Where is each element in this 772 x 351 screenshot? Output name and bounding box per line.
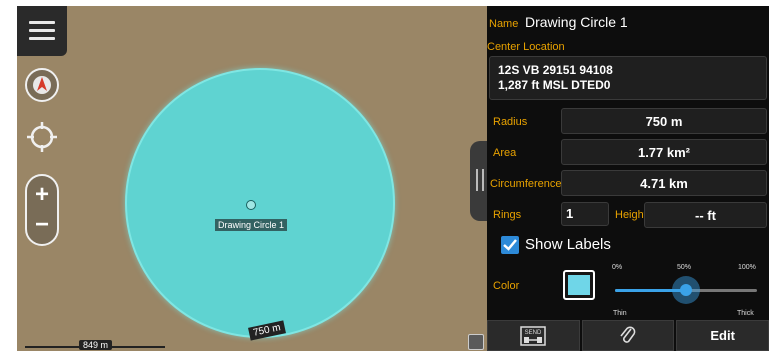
slider-tick-100: 100% <box>738 264 756 271</box>
edit-button[interactable]: Edit <box>676 320 769 351</box>
drawing-circle[interactable] <box>125 68 395 338</box>
zoom-in-icon[interactable]: + <box>35 180 49 210</box>
menu-icon-bar-3 <box>29 37 55 40</box>
bottom-toolbar: SEND Edit <box>487 320 769 351</box>
menu-icon-bar-2 <box>29 29 55 32</box>
area-field[interactable]: 1.77 km² <box>561 139 767 165</box>
scale-bar: 849 m <box>17 340 187 351</box>
drawing-details-panel: Name Drawing Circle 1 Center Location 12… <box>487 6 769 351</box>
circumference-field[interactable]: 4.71 km <box>561 170 767 196</box>
show-labels-text: Show Labels <box>525 236 611 253</box>
grip-icon <box>476 169 484 191</box>
show-labels-checkbox[interactable] <box>501 236 519 254</box>
scale-bar-text: 849 m <box>79 340 113 350</box>
panel-collapse-handle[interactable] <box>470 141 487 221</box>
send-icon-text: SEND <box>525 330 542 336</box>
color-swatch-fill <box>568 275 590 295</box>
send-icon: SEND <box>520 325 547 346</box>
gps-locate-button[interactable] <box>25 120 59 154</box>
location-coordinates: 12S VB 29151 94108 <box>498 63 613 77</box>
map-view[interactable]: Drawing Circle 1 750 m 849 m + − <box>17 6 487 351</box>
slider-thumb[interactable] <box>672 276 700 304</box>
checkmark-icon <box>503 239 517 251</box>
circle-center-point[interactable] <box>246 200 256 210</box>
center-location-field[interactable]: 12S VB 29151 94108 1,287 ft MSL DTED0 <box>489 56 767 100</box>
area-label: Area <box>493 147 517 159</box>
height-label: Height <box>615 209 647 221</box>
thin-label: Thin <box>613 310 627 317</box>
center-location-label: Center Location <box>487 41 565 53</box>
attachment-button[interactable] <box>581 320 675 351</box>
zoom-out-icon[interactable]: − <box>35 210 49 240</box>
name-field[interactable]: Drawing Circle 1 <box>525 14 628 30</box>
compass-icon <box>33 76 51 94</box>
app-frame: Drawing Circle 1 750 m 849 m + − Name Dr… <box>17 6 769 351</box>
compass-button[interactable] <box>25 68 59 102</box>
radius-label: Radius <box>493 116 528 128</box>
menu-icon-bar-1 <box>29 21 55 24</box>
layer-icon[interactable] <box>468 334 484 350</box>
circumference-label: Circumference <box>490 178 562 190</box>
rings-label: Rings <box>493 209 522 221</box>
circle-map-label: Drawing Circle 1 <box>215 219 288 231</box>
color-label: Color <box>493 280 520 292</box>
paperclip-icon <box>620 325 636 343</box>
radius-field[interactable]: 750 m <box>561 108 767 134</box>
slider-tick-0: 0% <box>612 264 623 271</box>
location-elevation: 1,287 ft MSL DTED0 <box>498 78 611 92</box>
color-picker-button[interactable] <box>563 270 595 300</box>
hamburger-menu-button[interactable] <box>17 6 67 56</box>
rings-field[interactable]: 1 <box>561 202 609 226</box>
name-label: Name <box>489 18 519 30</box>
height-field[interactable]: -- ft <box>644 202 767 228</box>
line-thickness-slider[interactable] <box>615 276 757 304</box>
send-button[interactable]: SEND <box>487 320 580 351</box>
zoom-control: + − <box>25 174 59 246</box>
thick-label: Thick <box>737 310 754 317</box>
crosshair-icon <box>27 122 57 152</box>
slider-tick-50: 50% <box>677 264 692 271</box>
slider-thumb-core <box>680 284 692 296</box>
